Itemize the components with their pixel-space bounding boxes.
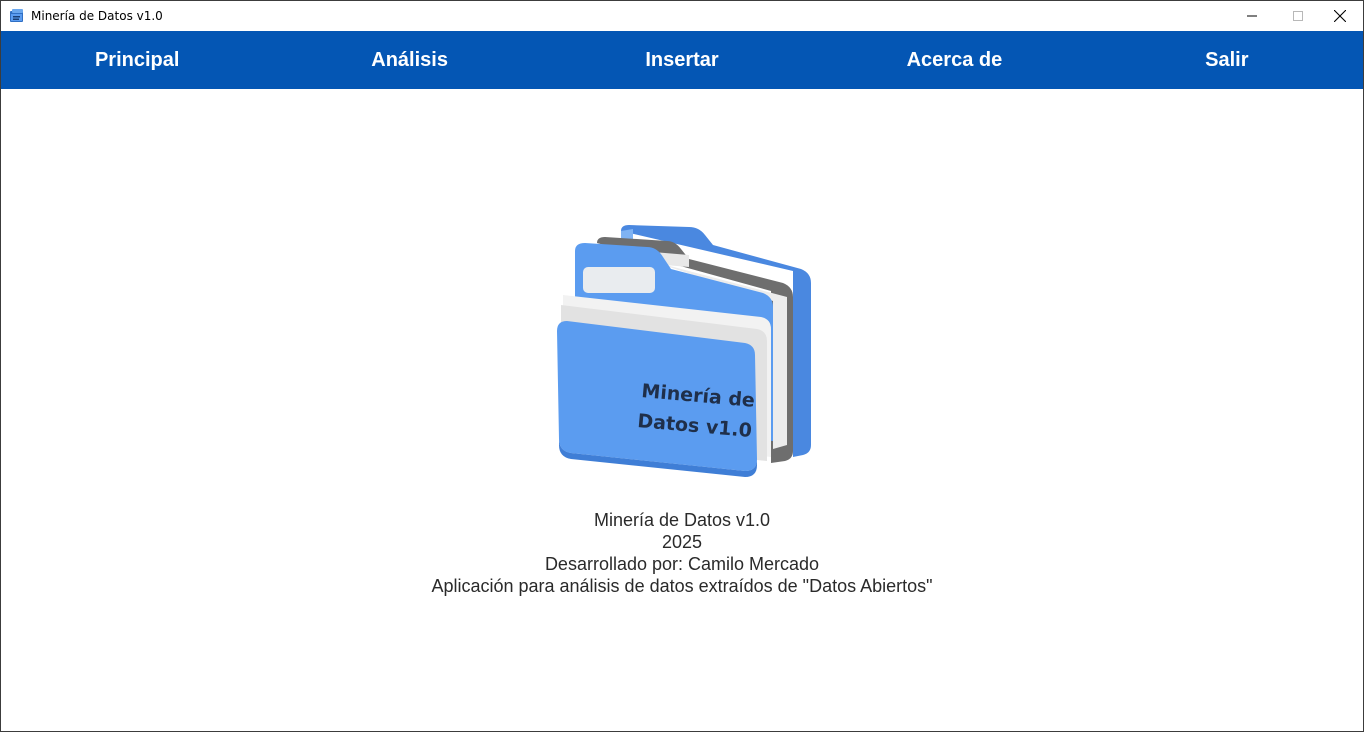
folders-logo-icon: Minería de Datos v1.0 xyxy=(557,225,811,477)
maximize-icon xyxy=(1293,11,1303,21)
main-content: Minería de Datos v1.0 Minería de Datos v… xyxy=(1,89,1363,731)
app-window: Minería de Datos v1.0 Principal Análisis… xyxy=(0,0,1364,732)
minimize-icon xyxy=(1247,15,1257,17)
close-icon xyxy=(1334,10,1346,22)
window-title: Minería de Datos v1.0 xyxy=(31,9,163,23)
app-name-text: Minería de Datos v1.0 xyxy=(593,510,771,530)
developer-text: Desarrollado por: Camilo Mercado xyxy=(544,554,820,574)
title-bar[interactable]: Minería de Datos v1.0 xyxy=(1,1,1363,31)
menu-item-salir[interactable]: Salir xyxy=(1091,31,1363,89)
menu-item-insertar[interactable]: Insertar xyxy=(546,31,818,89)
menu-bar: Principal Análisis Insertar Acerca de Sa… xyxy=(1,31,1363,89)
app-icon xyxy=(9,8,25,24)
year-text: 2025 xyxy=(661,532,703,552)
minimize-button[interactable] xyxy=(1229,1,1275,31)
menu-item-principal[interactable]: Principal xyxy=(1,31,273,89)
close-button[interactable] xyxy=(1317,1,1363,31)
maximize-button[interactable] xyxy=(1275,1,1321,31)
menu-item-acerca-de[interactable]: Acerca de xyxy=(818,31,1090,89)
menu-item-analisis[interactable]: Análisis xyxy=(273,31,545,89)
description-text: Aplicación para análisis de datos extraí… xyxy=(431,576,933,596)
about-info: Minería de Datos v1.0 2025 Desarrollado … xyxy=(1,509,1363,597)
